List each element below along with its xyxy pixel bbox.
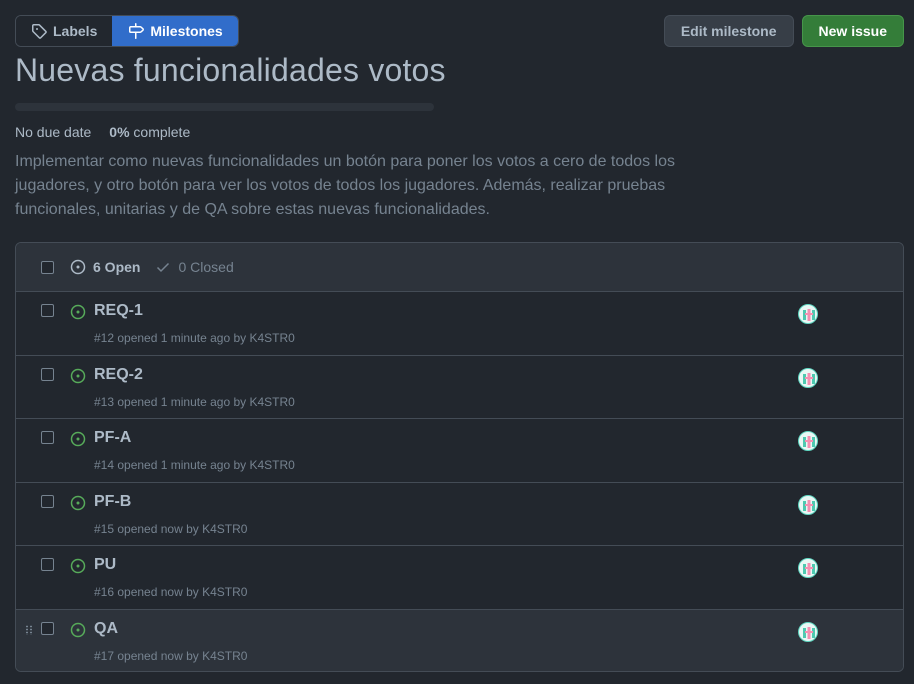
- milestone-progress-bar: [15, 103, 434, 111]
- issue-row[interactable]: REQ-1 #12 opened 1 minute ago by K4STR0: [16, 292, 903, 356]
- identicon-icon: [803, 626, 815, 639]
- issue-opened-icon: [70, 558, 86, 574]
- milestone-description: Implementar como nuevas funcionalidades …: [15, 153, 675, 218]
- issue-row[interactable]: REQ-2 #13 opened 1 minute ago by K4STR0: [16, 355, 903, 419]
- issue-title[interactable]: PU: [94, 556, 116, 574]
- issue-opened-icon: [70, 368, 86, 383]
- issue-title[interactable]: PF-A: [94, 429, 131, 447]
- edit-milestone-button[interactable]: Edit milestone: [663, 15, 794, 47]
- issue-opened-icon: [70, 431, 86, 447]
- labels-tab-label: Labels: [53, 23, 98, 39]
- identicon-icon: [803, 309, 815, 321]
- issue-title[interactable]: QA: [94, 620, 118, 638]
- assignee-avatar[interactable]: [798, 621, 818, 642]
- completion-label: complete: [133, 124, 191, 140]
- issue-rows: REQ-1 #12 opened 1 minute ago by K4STR0 …: [16, 292, 903, 671]
- closed-filter[interactable]: 0 Closed: [155, 259, 234, 275]
- milestone-title: Nuevas funcionalidades votos: [15, 52, 446, 88]
- issue-list-header: 6 Open 0 Closed: [16, 243, 903, 292]
- issue-open-icon: [70, 259, 86, 275]
- open-count: 6 Open: [93, 259, 141, 275]
- due-date: No due date: [15, 124, 92, 140]
- milestones-tab[interactable]: Milestones: [112, 16, 238, 46]
- identicon-icon: [803, 499, 815, 512]
- assignee-avatar[interactable]: [798, 431, 818, 451]
- issue-checkbox[interactable]: [41, 304, 54, 317]
- labels-milestones-nav: Labels Milestones: [15, 15, 239, 47]
- milestone-page: Labels Milestones Edit milestone New iss…: [0, 0, 914, 684]
- issue-list: 6 Open 0 Closed REQ-1 #12 opened 1 minut…: [15, 242, 904, 672]
- issue-title[interactable]: REQ-1: [94, 302, 143, 320]
- issue-checkbox[interactable]: [41, 621, 54, 635]
- identicon-icon: [803, 436, 815, 448]
- issue-row[interactable]: PF-A #14 opened 1 minute ago by K4STR0: [16, 419, 903, 483]
- issue-title[interactable]: REQ-2: [94, 366, 143, 384]
- issue-row[interactable]: PF-B #15 opened now by K4STR0: [16, 482, 903, 546]
- issue-title[interactable]: PF-B: [94, 493, 131, 511]
- milestones-tab-label: Milestones: [150, 23, 223, 39]
- milestone-meta: No due date 0% complete: [15, 124, 190, 140]
- issue-meta: #17 opened now by K4STR0: [94, 648, 248, 663]
- issue-meta: #13 opened 1 minute ago by K4STR0: [94, 394, 295, 409]
- issue-opened-icon: [70, 304, 86, 320]
- assignee-avatar[interactable]: [798, 367, 818, 388]
- completion-percent: 0%: [109, 124, 130, 140]
- closed-count: 0 Closed: [178, 259, 234, 275]
- issue-meta: #15 opened now by K4STR0: [94, 521, 248, 536]
- assignee-avatar[interactable]: [798, 304, 818, 324]
- completion: 0% complete: [109, 124, 190, 140]
- milestone-actions: Edit milestone New issue: [663, 15, 904, 47]
- issue-meta: #14 opened 1 minute ago by K4STR0: [94, 458, 295, 472]
- issue-checkbox[interactable]: [41, 431, 54, 444]
- labels-tab[interactable]: Labels: [16, 16, 113, 46]
- issue-row[interactable]: PU #16 opened now by K4STR0: [16, 546, 903, 610]
- identicon-icon: [803, 372, 815, 385]
- milestone-icon: [129, 23, 145, 39]
- open-filter[interactable]: 6 Open: [70, 259, 140, 275]
- issue-meta: #12 opened 1 minute ago by K4STR0: [94, 331, 295, 345]
- tag-icon: [32, 24, 47, 39]
- issue-opened-icon: [70, 622, 86, 637]
- issue-row[interactable]: QA #17 opened now by K4STR0: [16, 609, 903, 671]
- issue-checkbox[interactable]: [41, 367, 54, 381]
- issue-checkbox[interactable]: [41, 558, 54, 571]
- identicon-icon: [803, 563, 815, 575]
- drag-handle-icon[interactable]: [25, 624, 33, 635]
- issue-opened-icon: [70, 495, 86, 510]
- issue-meta: #16 opened now by K4STR0: [94, 585, 248, 599]
- check-icon: [157, 262, 170, 273]
- assignee-avatar[interactable]: [798, 494, 818, 515]
- select-all-checkbox[interactable]: [41, 260, 54, 274]
- issue-checkbox[interactable]: [41, 494, 54, 508]
- new-issue-button[interactable]: New issue: [801, 15, 904, 47]
- assignee-avatar[interactable]: [798, 558, 818, 578]
